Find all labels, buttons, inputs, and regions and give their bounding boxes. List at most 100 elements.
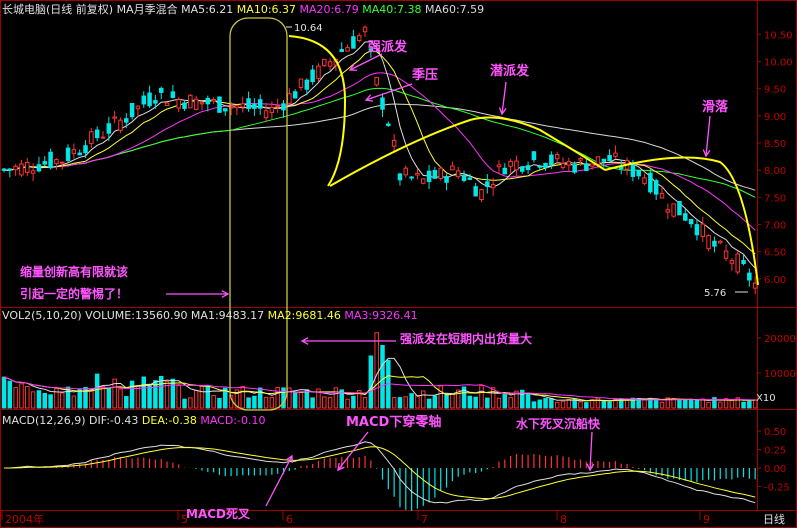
volume-bar [432, 395, 438, 409]
candle-body [578, 157, 583, 161]
annotation-underwater-cross: 水下死叉沉船快 [516, 416, 601, 431]
header-item: MA40:7.38 [359, 3, 422, 16]
low-price-label: 5.76 [704, 288, 726, 299]
candle-body [514, 160, 519, 171]
volume-bar [292, 392, 298, 409]
price-grid: 10.50 10.00 9.50 9.00 8.50 8.00 7.50 7.00 6.50 6.… [757, 30, 793, 286]
volume-bar [549, 398, 554, 409]
candle-body [461, 174, 467, 181]
candle-body [706, 235, 711, 250]
candle-body [275, 105, 280, 108]
volume-bar [13, 387, 18, 409]
candle-body [310, 69, 315, 82]
header-item: MA5:6.21 [178, 3, 234, 16]
candle-body [613, 152, 618, 157]
candle-body [1, 168, 7, 171]
annotation-seasonal-pressure: 季压 [411, 67, 438, 83]
x-tick-label: 7 [421, 513, 428, 526]
outer-border [0, 0, 797, 528]
candle-body [467, 177, 473, 180]
candle-body [36, 164, 42, 172]
candle-body [170, 91, 176, 98]
volume-bar [147, 384, 152, 409]
annotation-strong-rally: 强派发 [368, 39, 408, 55]
ma10-path [3, 50, 756, 255]
header-item: 长城电脑(日线 前复权) MA月季混合 [2, 2, 178, 16]
candle-body [741, 260, 746, 265]
candle-body [362, 26, 368, 33]
annotation-macd-death-cross: MACD死叉 [186, 507, 251, 521]
candle-body [642, 177, 647, 184]
volume-bar [444, 393, 449, 409]
macd-histogram: 0.50 0.25 0.00 -0.25 [9, 427, 790, 511]
annotation-warning-line2: 引起一定的警惕了！ [20, 286, 128, 301]
header-item: MA1:9483.17 [187, 309, 264, 322]
ma20-path [3, 72, 756, 231]
price-tick-label: 7.50 [764, 193, 786, 204]
candle-body [356, 35, 362, 42]
candle-body [473, 186, 478, 197]
volume-bar [269, 397, 275, 409]
volume-bar [694, 399, 700, 409]
candle-body [386, 123, 391, 127]
candle-body [351, 36, 356, 49]
annotation-arrow [265, 455, 293, 507]
volume-bar [240, 385, 245, 409]
annotation-slide: 滑落 [702, 99, 729, 115]
volume-bar [217, 397, 222, 409]
volume-header: VOL2(5,10,20) VOLUME:13560.90 MA1:9483.1… [2, 309, 418, 322]
price-tick-label: 8.00 [764, 166, 786, 177]
candle-body [549, 154, 554, 166]
volume-bar [502, 392, 508, 409]
volume-bar [566, 398, 572, 409]
volume-bar [246, 397, 251, 409]
candle-body [752, 282, 758, 289]
header-item: MACD(12,26,9) [2, 414, 86, 427]
volume-bar [409, 393, 414, 409]
candle-body [421, 178, 426, 184]
candle-body [415, 172, 420, 176]
candle-body [584, 163, 589, 171]
candle-body [444, 176, 449, 183]
candle-body [112, 116, 117, 119]
volume-bar [706, 402, 711, 409]
candle-body [246, 98, 251, 109]
volume-bar [59, 392, 65, 409]
price-header: 长城电脑(日线 前复权) MA月季混合 MA5:6.21 MA10:6.37 M… [2, 2, 484, 16]
candle-body [164, 102, 170, 107]
volume-bar [601, 400, 607, 409]
header-item: MA2:9681.46 [264, 309, 341, 322]
volume-bar [211, 395, 216, 409]
volume-bar [42, 393, 48, 409]
candle-body [100, 136, 106, 139]
price-tick-label: 7.00 [764, 220, 786, 231]
annotation-overlay [166, 17, 759, 507]
header-item: MA20:6.79 [296, 3, 359, 16]
annotation-latent-distribution: 潜派发 [490, 63, 530, 79]
candle-body [566, 161, 572, 166]
candle-body [607, 154, 612, 162]
volume-bar [485, 397, 490, 409]
macd-tick-label: 0.25 [764, 446, 786, 457]
volume-unit-box: X10 [756, 393, 776, 404]
volume-bar [683, 399, 688, 409]
x-tick-label: 6 [286, 513, 293, 526]
volume-bar [188, 397, 193, 409]
candle-body [77, 152, 82, 156]
volume-bar [368, 355, 374, 409]
macd-tick-label: 0.50 [764, 427, 786, 438]
annotation-macd-cross-axis: MACD下穿零轴 [346, 414, 441, 430]
volume-bar [351, 395, 356, 409]
volume-bar [94, 373, 100, 409]
candle-body [636, 169, 641, 177]
candle-body [158, 87, 164, 93]
volume-bar [607, 401, 612, 409]
volume-bar [124, 396, 129, 409]
volume-bar [199, 385, 205, 409]
volume-bar [578, 401, 583, 409]
x-tick-label: 2004年 [5, 512, 44, 526]
volume-bar [304, 389, 310, 409]
volume-bar [595, 397, 601, 409]
macd-lines [4, 441, 756, 504]
candle-body [694, 224, 700, 236]
